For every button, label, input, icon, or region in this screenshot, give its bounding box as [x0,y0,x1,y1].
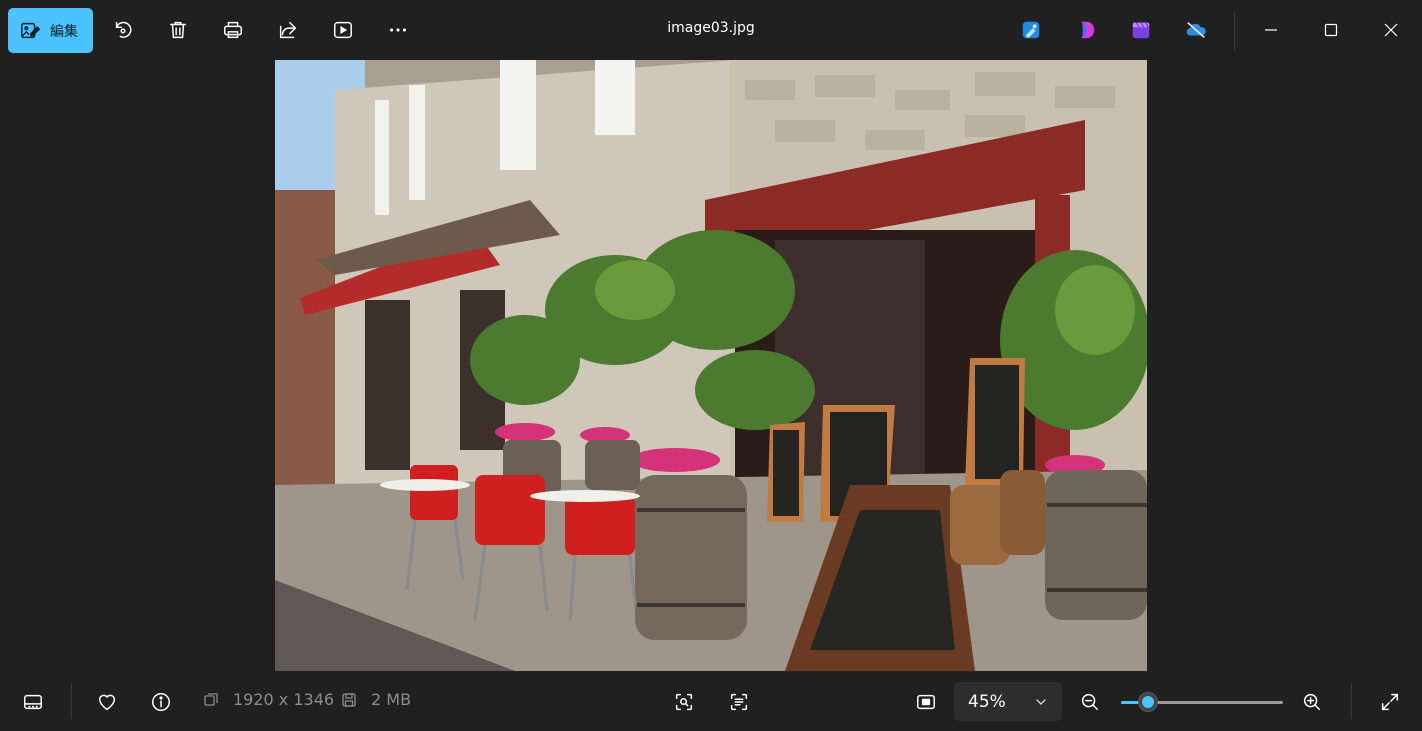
maximize-icon [1324,23,1338,37]
onedrive-icon [1186,22,1206,38]
filmstrip-button[interactable] [19,688,47,716]
zoom-slider-thumb[interactable] [1138,692,1158,712]
scan-text-icon [730,693,748,711]
top-toolbar: 編集 image03.jpg [0,0,1422,60]
dimensions-icon [204,692,218,706]
zoom-out-icon [1081,693,1099,711]
print-button[interactable] [219,16,247,44]
rotate-button[interactable] [109,16,137,44]
expand-icon [1381,693,1399,711]
file-info-button[interactable] [147,688,175,716]
zoom-in-icon [1303,693,1321,711]
bottom-toolbar: 1920 x 1346 2 MB 45% [0,671,1422,731]
disk-icon [342,692,356,707]
clipchamp-icon [1132,22,1150,39]
close-icon [1384,23,1398,37]
slideshow-icon [334,21,352,39]
visual-search-button[interactable] [670,688,698,716]
maximize-button[interactable] [1302,0,1360,60]
favorite-button[interactable] [93,688,121,716]
zoom-dropdown[interactable]: 45% [954,682,1062,721]
bottom-divider [71,683,72,719]
filmstrip-icon [24,694,42,710]
edit-photo-icon [21,22,41,38]
zoom-in-button[interactable] [1298,688,1326,716]
slideshow-button[interactable] [329,16,357,44]
toolbar-divider [1234,10,1235,50]
clipchamp-button[interactable] [1127,16,1155,44]
copilot-icon [1081,21,1095,39]
delete-button[interactable] [164,16,192,44]
file-size: 2 MB [341,690,411,709]
dimensions-text: 1920 x 1346 [233,690,335,709]
chevron-down-icon [1036,698,1046,705]
close-button[interactable] [1362,0,1420,60]
edit-button[interactable]: 編集 [8,8,93,53]
actual-size-button[interactable] [912,688,940,716]
photo-viewer-image[interactable] [275,60,1147,671]
designer-button[interactable] [1017,16,1045,44]
minimize-button[interactable] [1242,0,1300,60]
heart-icon [98,694,116,711]
fit-to-window-icon [917,694,935,710]
edit-button-label: 編集 [50,23,78,40]
zoom-value: 45% [968,691,1006,712]
minimize-icon [1265,29,1277,31]
share-button[interactable] [274,16,302,44]
rotate-icon [115,21,132,38]
onedrive-button[interactable] [1182,16,1210,44]
share-icon [279,21,297,39]
copilot-button[interactable] [1073,16,1101,44]
designer-icon [1022,21,1040,39]
print-icon [224,21,242,39]
trash-icon [169,21,187,39]
info-icon [152,693,170,711]
full-screen-button[interactable] [1376,688,1404,716]
more-icon [390,28,406,32]
visual-search-icon [675,693,693,711]
bottom-divider-right [1351,683,1352,719]
file-size-text: 2 MB [371,690,412,709]
more-options-button[interactable] [384,16,412,44]
zoom-slider[interactable] [1121,692,1283,712]
image-dimensions: 1920 x 1346 [203,690,334,709]
scan-text-button[interactable] [725,688,753,716]
zoom-out-button[interactable] [1076,688,1104,716]
photo-content [275,60,1147,671]
